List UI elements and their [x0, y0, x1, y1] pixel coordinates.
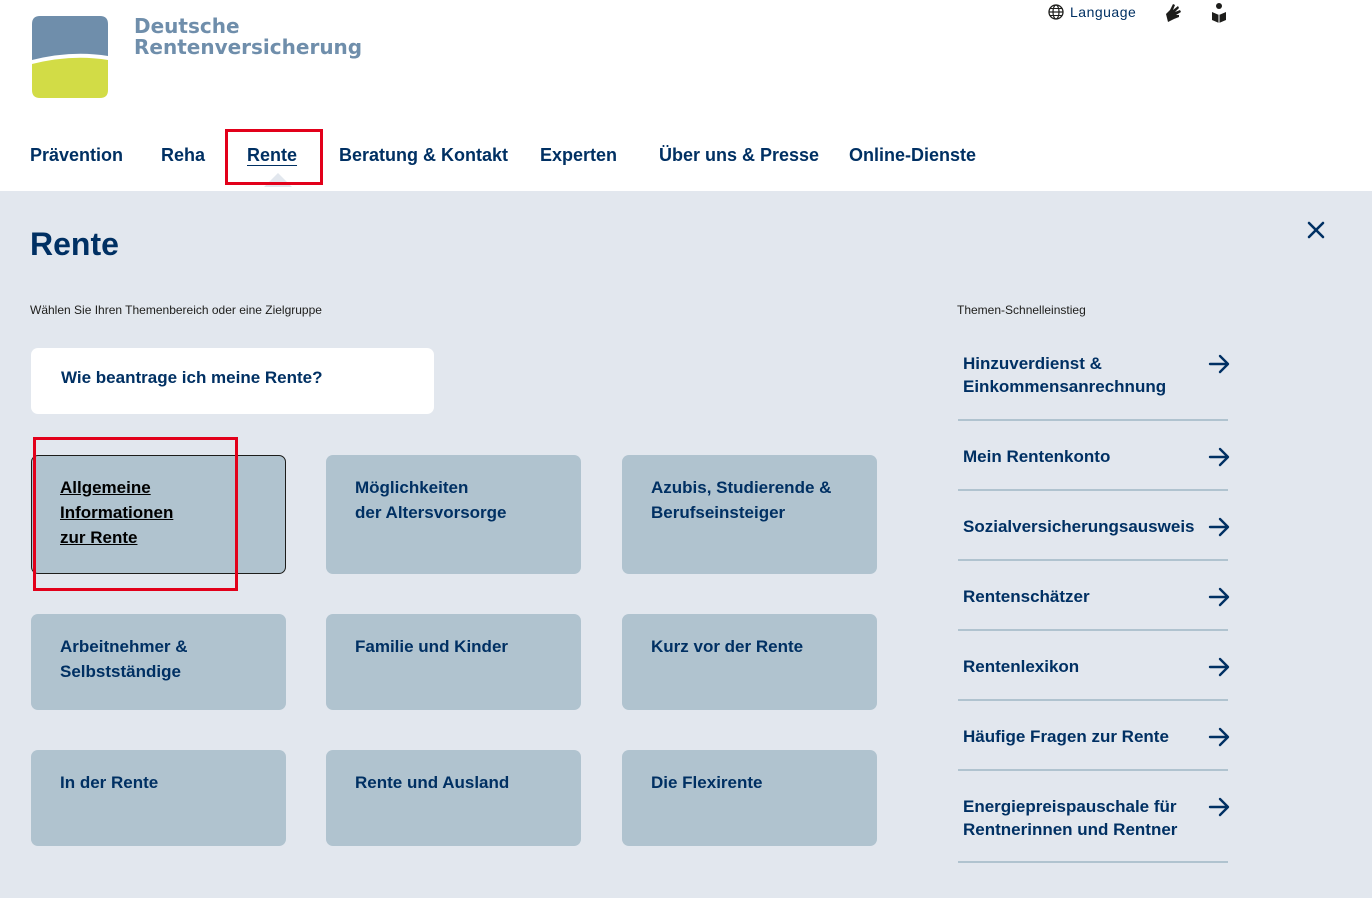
tile-line: In der Rente [60, 773, 159, 792]
tile-line: Selbstständige [60, 662, 181, 681]
arrow-right-icon [1208, 657, 1230, 677]
quick-link-line: Energiepreispauschale für [963, 797, 1177, 816]
nav-item-online-dienste[interactable]: Online-Dienste [849, 145, 976, 166]
quick-link-energiepreispauschale[interactable]: Energiepreispauschale für Rentnerinnen u… [958, 769, 1230, 863]
tile-azubis-studierende[interactable]: Azubis, Studierende & Berufseinsteiger [622, 455, 877, 574]
tile-flexirente[interactable]: Die Flexirente [622, 750, 877, 846]
nav-item-praevention[interactable]: Prävention [30, 145, 123, 166]
quick-link-rentenkonto[interactable]: Mein Rentenkonto [958, 419, 1230, 491]
quick-link-label: Häufige Fragen zur Rente [963, 727, 1169, 746]
quick-link-label: Rentenlexikon [963, 657, 1080, 676]
tile-line: Rente und Ausland [355, 773, 510, 792]
tile-arbeitnehmer-selbststaendige[interactable]: Arbeitnehmer & Selbstständige [31, 614, 286, 710]
easy-language-icon [1212, 3, 1226, 23]
main-navigation: Prävention Reha Rente Beratung & Kontakt… [0, 145, 1000, 165]
quick-link-label: Hinzuverdienst & Einkommensanrechnung [963, 352, 1198, 398]
arrow-right-icon [1208, 727, 1230, 747]
quick-link-haeufige-fragen[interactable]: Häufige Fragen zur Rente [958, 699, 1230, 771]
language-label: Language [1070, 4, 1137, 20]
quick-access-heading: Themen-Schnelleinstieg [957, 303, 1086, 317]
tile-line: der Altersvorsorge [355, 503, 507, 522]
quick-link-rentenlexikon[interactable]: Rentenlexikon [958, 629, 1230, 701]
hand-sign-icon [1166, 4, 1181, 22]
tile-in-der-rente[interactable]: In der Rente [31, 750, 286, 846]
quick-link-line: Einkommensanrechnung [963, 377, 1167, 396]
quick-link-rentenschaetzer[interactable]: Rentenschätzer [958, 559, 1230, 631]
tile-rente-ausland[interactable]: Rente und Ausland [326, 750, 581, 846]
quick-link-sozialversicherungsausweis[interactable]: Sozialversicherungsausweis [958, 489, 1230, 561]
nav-item-reha[interactable]: Reha [161, 145, 205, 166]
tile-line: Möglichkeiten [355, 478, 469, 497]
arrow-right-icon [1208, 447, 1230, 467]
quick-link-label: Energiepreispauschale für Rentnerinnen u… [963, 795, 1198, 841]
tile-line: Familie und Kinder [355, 637, 509, 656]
topic-hint: Wählen Sie Ihren Themenbereich oder eine… [30, 303, 322, 317]
nav-item-ueber-uns-presse[interactable]: Über uns & Presse [659, 145, 819, 166]
tile-altersvorsorge[interactable]: Möglichkeiten der Altersvorsorge [326, 455, 581, 574]
drv-logo-icon[interactable] [32, 16, 110, 100]
highlight-box-nav [225, 129, 323, 185]
tile-familie-kinder[interactable]: Familie und Kinder [326, 614, 581, 710]
arrow-right-icon [1208, 587, 1230, 607]
tile-line: Die Flexirente [651, 773, 763, 792]
nav-item-beratung-kontakt[interactable]: Beratung & Kontakt [339, 145, 508, 166]
featured-link-card[interactable]: Wie beantrage ich meine Rente? [31, 348, 434, 414]
nav-item-experten[interactable]: Experten [540, 145, 617, 166]
brand-wordmark[interactable]: Deutsche Rentenversicherung [134, 16, 362, 58]
quick-link-line: Hinzuverdienst & [963, 354, 1102, 373]
quick-link-label: Rentenschätzer [963, 587, 1090, 606]
tile-kurz-vor-rente[interactable]: Kurz vor der Rente [622, 614, 877, 710]
easy-language-link[interactable] [1210, 2, 1228, 24]
arrow-right-icon [1208, 797, 1230, 817]
quick-link-line: Rentnerinnen und Rentner [963, 820, 1178, 839]
quick-link-label: Mein Rentenkonto [963, 447, 1111, 466]
tile-line: Berufseinsteiger [651, 503, 786, 522]
globe-icon [1048, 4, 1064, 20]
arrow-right-icon [1208, 517, 1230, 537]
brand-line1: Deutsche [134, 14, 240, 38]
arrow-right-icon [1208, 354, 1230, 374]
tile-line: Azubis, Studierende & [651, 478, 832, 497]
language-selector[interactable]: Language [1048, 4, 1136, 20]
highlight-box-tile [33, 437, 238, 591]
close-icon[interactable] [1305, 219, 1327, 241]
quick-link-hinzuverdienst[interactable]: Hinzuverdienst & Einkommensanrechnung [958, 343, 1230, 421]
quick-link-label: Sozialversicherungsausweis [963, 517, 1195, 536]
sign-language-link[interactable] [1164, 2, 1184, 24]
brand-line2: Rentenversicherung [134, 35, 363, 59]
tile-line: Kurz vor der Rente [651, 637, 804, 656]
panel-title: Rente [30, 226, 119, 262]
tile-line: Arbeitnehmer & [60, 637, 188, 656]
